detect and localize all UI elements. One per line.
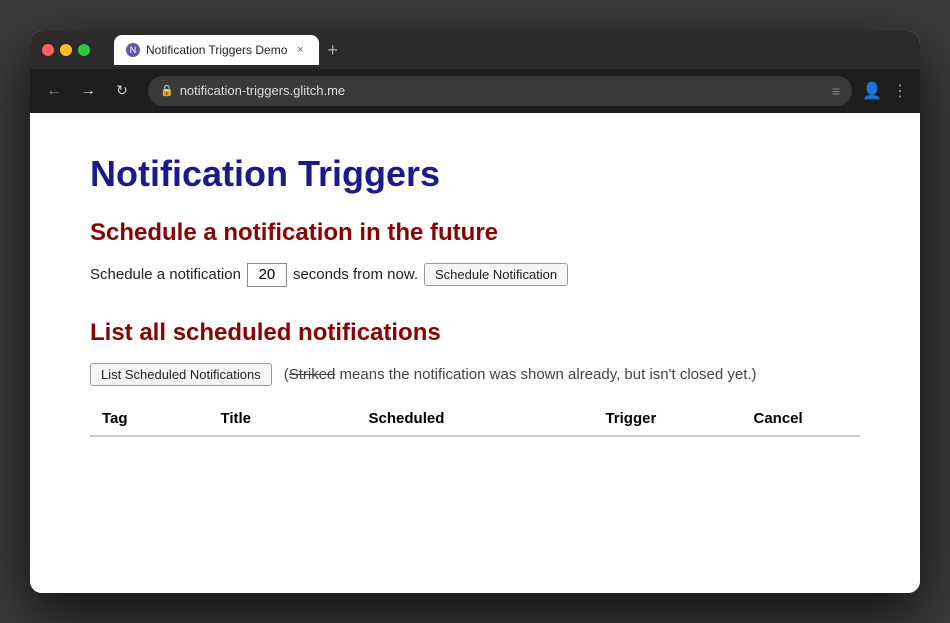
reader-mode-icon[interactable]: ≡ xyxy=(832,83,840,99)
toolbar-right: 👤 ⋮ xyxy=(862,81,908,101)
tab-bar: N Notification Triggers Demo × + xyxy=(114,35,900,65)
back-button[interactable]: ← xyxy=(42,79,66,103)
seconds-input[interactable] xyxy=(247,263,287,287)
more-options-icon[interactable]: ⋮ xyxy=(892,81,908,101)
active-tab[interactable]: N Notification Triggers Demo × xyxy=(114,35,319,65)
list-row: List Scheduled Notifications (Striked me… xyxy=(90,363,860,386)
tab-close-button[interactable]: × xyxy=(293,43,307,57)
page-content: Notification Triggers Schedule a notific… xyxy=(30,113,920,593)
schedule-section-heading: Schedule a notification in the future xyxy=(90,219,860,247)
lock-icon: 🔒 xyxy=(160,84,174,97)
url-bar[interactable]: 🔒 notification-triggers.glitch.me ≡ xyxy=(148,76,852,106)
close-button[interactable] xyxy=(42,44,54,56)
tab-favicon-icon: N xyxy=(126,43,140,57)
forward-button[interactable]: → xyxy=(76,79,100,103)
note-suffix: means the notification was shown already… xyxy=(335,366,756,383)
schedule-notification-button[interactable]: Schedule Notification xyxy=(424,263,568,286)
address-bar: ← → ↻ 🔒 notification-triggers.glitch.me … xyxy=(30,69,920,113)
new-tab-button[interactable]: + xyxy=(327,41,338,59)
traffic-lights xyxy=(42,44,90,56)
schedule-text-before: Schedule a notification xyxy=(90,266,241,283)
table-header-row: Tag Title Scheduled Trigger Cancel xyxy=(90,402,860,436)
list-section-heading: List all scheduled notifications xyxy=(90,319,860,347)
url-text: notification-triggers.glitch.me xyxy=(180,83,345,98)
minimize-button[interactable] xyxy=(60,44,72,56)
browser-window: N Notification Triggers Demo × + ← → ↻ 🔒… xyxy=(30,31,920,593)
striked-note: (Striked means the notification was show… xyxy=(284,366,757,383)
schedule-row: Schedule a notification seconds from now… xyxy=(90,263,860,287)
list-scheduled-notifications-button[interactable]: List Scheduled Notifications xyxy=(90,363,272,386)
titlebar: N Notification Triggers Demo × + xyxy=(30,31,920,69)
maximize-button[interactable] xyxy=(78,44,90,56)
favicon-letter: N xyxy=(130,45,137,55)
col-cancel-header: Cancel xyxy=(742,402,861,436)
page-title: Notification Triggers xyxy=(90,153,860,195)
col-trigger-header: Trigger xyxy=(593,402,741,436)
col-title-header: Title xyxy=(208,402,356,436)
profile-icon[interactable]: 👤 xyxy=(862,81,882,101)
tab-title: Notification Triggers Demo xyxy=(146,43,287,57)
notifications-table: Tag Title Scheduled Trigger Cancel xyxy=(90,402,860,437)
schedule-text-after: seconds from now. xyxy=(293,266,418,283)
col-tag-header: Tag xyxy=(90,402,208,436)
striked-word: Striked xyxy=(289,366,336,383)
col-scheduled-header: Scheduled xyxy=(357,402,594,436)
reload-button[interactable]: ↻ xyxy=(110,79,134,103)
table-header: Tag Title Scheduled Trigger Cancel xyxy=(90,402,860,436)
